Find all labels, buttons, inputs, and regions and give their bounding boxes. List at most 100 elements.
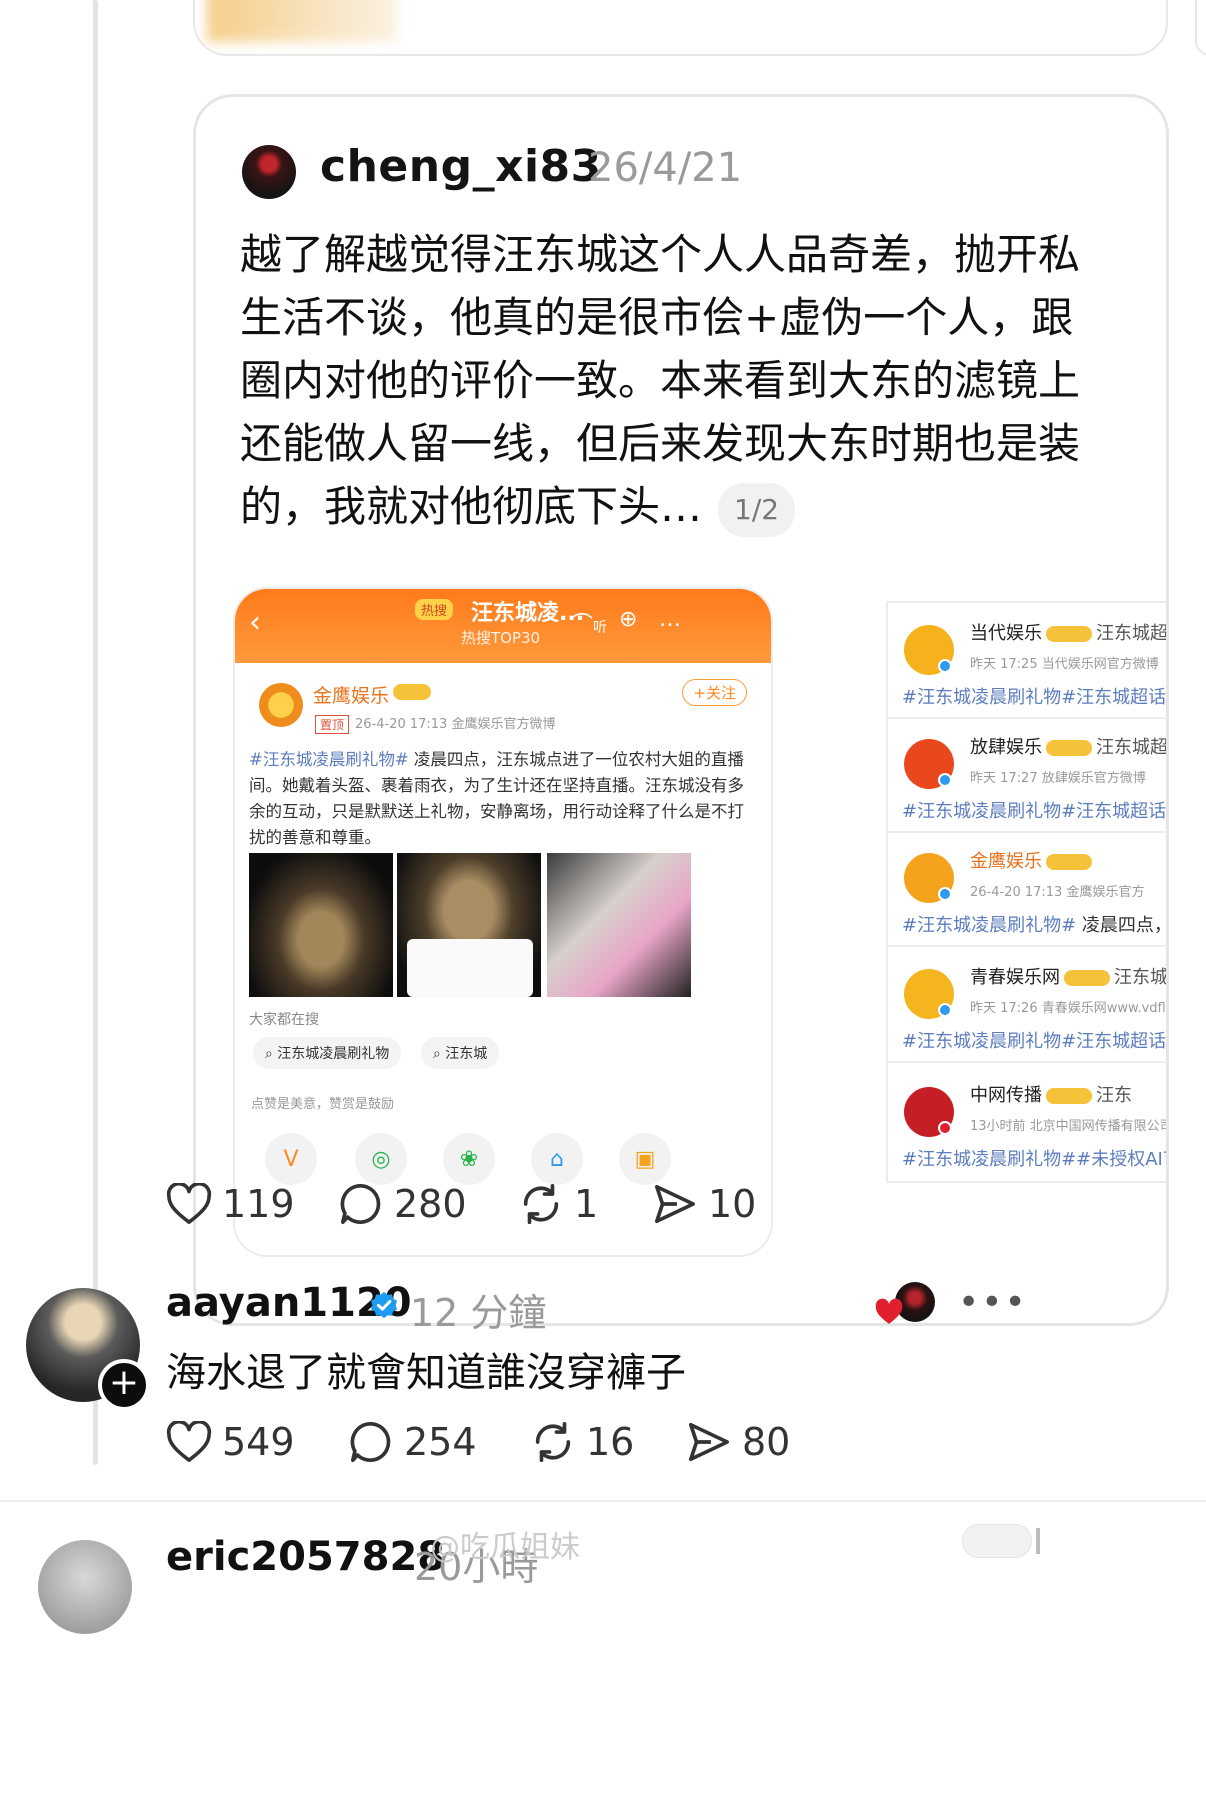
- vip-badge: [1046, 1088, 1092, 1104]
- reply-text: 海水退了就會知道誰沒穿褲子: [166, 1350, 686, 1396]
- verified-icon: [938, 773, 952, 787]
- more-options-icon[interactable]: •••: [958, 1282, 1028, 1323]
- author-liked-heart-icon: [875, 1298, 903, 1324]
- post-images: [249, 853, 761, 997]
- list-item: 青春娱乐网 汪东城 昨天 17:26 青春娱乐网www.vdfly.c #汪东城凌…: [888, 947, 1169, 1063]
- account-name: 中网传播 汪东: [970, 1085, 1132, 1106]
- comment-count: 280: [394, 1182, 467, 1226]
- post-meta: 昨天 17:25 当代娱乐网官方微博: [970, 657, 1159, 672]
- hot-badge: 热搜: [415, 599, 454, 620]
- attached-image-weibo-post[interactable]: ‹ 热搜 汪东城凌... 热搜TOP30 ⌒听 ⊕ … 金鹰娱乐 +关注 置顶 …: [233, 587, 773, 1257]
- verified-icon: [938, 659, 952, 673]
- headphone-icon: ⌒听: [571, 613, 608, 638]
- quoted-post-card[interactable]: cheng_xi83 26/4/21 越了解越觉得汪东城这个人人品奇差，抛开私生…: [193, 94, 1169, 1326]
- post-hashtag: #汪东城凌晨刷礼物#汪东城超话: [902, 687, 1167, 708]
- post-hashtag: #汪东城凌晨刷礼物##未授权AI艺人: [902, 1149, 1166, 1170]
- verified-icon: [938, 1003, 952, 1017]
- quoted-user-avatar[interactable]: [242, 145, 296, 199]
- poster-avatar: [259, 683, 303, 727]
- quoted-username[interactable]: cheng_xi83: [320, 141, 602, 192]
- blurred-content: [207, 0, 397, 42]
- hot-search-title: 汪东城凌...: [471, 601, 585, 626]
- scrollbar[interactable]: [1036, 1528, 1040, 1554]
- share-button[interactable]: 10: [652, 1181, 756, 1227]
- hashtag: #汪东城凌晨刷礼物#: [249, 750, 409, 769]
- quoted-post-actions: 119 280 1 10: [166, 1174, 756, 1234]
- divider: [0, 1500, 1206, 1502]
- repost-button[interactable]: 16: [530, 1419, 686, 1465]
- post-body: #汪东城凌晨刷礼物# 凌晨四点，汪东城点进了一位农村大姐的直播间。她戴着头盔、裹…: [249, 747, 757, 851]
- post-meta: 26-4-20 17:13 金鹰娱乐官方微博: [355, 717, 556, 732]
- quoted-text-body: 越了解越觉得汪东城这个人人品奇差，抛开私生活不谈，他真的是很市侩+虚伪一个人，跟…: [240, 230, 1081, 531]
- repost-icon: [523, 1183, 559, 1225]
- verified-badge-icon: [371, 1292, 397, 1319]
- adjacent-card-edge: [1195, 0, 1206, 56]
- comment-icon: [340, 1183, 381, 1225]
- account-name: 放肆娱乐 汪东城超: [970, 737, 1168, 758]
- follow-plus-icon[interactable]: +: [98, 1359, 150, 1411]
- next-reply-avatar[interactable]: [38, 1540, 132, 1634]
- list-item: 当代娱乐汪东城超话 昨天 17:25 当代娱乐网官方微博 #汪东城凌晨刷礼物#汪…: [888, 603, 1168, 719]
- share-icon: [688, 1422, 730, 1462]
- quoted-date: 26/4/21: [588, 145, 743, 191]
- account-name: 当代娱乐汪东城超话: [970, 623, 1168, 644]
- post-meta: 昨天 17:27 放肆娱乐官方微博: [970, 771, 1146, 786]
- share-count: 80: [742, 1420, 791, 1464]
- vip-badge: [1046, 740, 1092, 756]
- like-button[interactable]: 119: [166, 1182, 338, 1226]
- post-meta: 13小时前 北京中国网传播有限公司: [970, 1119, 1169, 1134]
- follow-button: +关注: [682, 679, 747, 706]
- account-name: 金鹰娱乐: [970, 847, 1096, 873]
- hot-search-rank: 热搜TOP30: [461, 629, 541, 647]
- post-meta: 昨天 17:26 青春娱乐网www.vdfly.c: [970, 1001, 1169, 1016]
- list-item: 金鹰娱乐 26-4-20 17:13 金鹰娱乐官方 #汪东城凌晨刷礼物# 凌晨四…: [888, 831, 1166, 947]
- verified-icon: [938, 887, 952, 901]
- share-icon: [654, 1184, 696, 1224]
- comment-button[interactable]: 280: [338, 1181, 518, 1227]
- heart-icon: [166, 1183, 212, 1224]
- list-item: 放肆娱乐 汪东城超 昨天 17:27 放肆娱乐官方微博 #汪东城凌晨刷礼物#汪东城…: [888, 717, 1168, 833]
- share-button[interactable]: 80: [686, 1419, 790, 1465]
- repost-button[interactable]: 1: [518, 1181, 652, 1227]
- vip-badge: [393, 684, 431, 700]
- more-icon: …: [659, 607, 681, 632]
- account-name: 青春娱乐网 汪东城: [970, 967, 1168, 988]
- watermark: @吃瓜姐妹: [430, 1530, 580, 1565]
- post-hashtag: #汪东城凌晨刷礼物#汪东城超话: [902, 1031, 1167, 1052]
- repost-count: 1: [574, 1182, 599, 1226]
- add-icon: ⊕: [619, 607, 638, 632]
- repost-count: 16: [586, 1420, 635, 1464]
- like-hint: 点赞是美意，赞赏是鼓励: [251, 1097, 395, 1112]
- portrait-image: [547, 853, 691, 997]
- comment-count: 254: [404, 1420, 477, 1464]
- share-count: 10: [708, 1182, 757, 1226]
- vip-badge: [1064, 970, 1110, 986]
- vip-badge: [1046, 854, 1092, 870]
- hot-search-header: ‹ 热搜 汪东城凌... 热搜TOP30 ⌒听 ⊕ …: [235, 589, 771, 663]
- post-hashtag: #汪东城凌晨刷礼物# 凌晨四点，汪: [902, 915, 1166, 936]
- reply-actions: 549 254 16 80: [166, 1412, 790, 1472]
- page-indicator: 1/2: [718, 482, 796, 537]
- embedded-post: 金鹰娱乐 +关注 置顶 26-4-20 17:13 金鹰娱乐官方微博 #汪东城凌…: [243, 663, 767, 1253]
- search-chip: ⌕ 汪东城: [421, 1037, 500, 1069]
- reply-time: 12 分鐘: [410, 1291, 547, 1335]
- vip-badge: [1046, 626, 1092, 642]
- verified-icon: [938, 1121, 952, 1135]
- next-reply-username[interactable]: eric2057828: [166, 1534, 445, 1580]
- back-icon: ‹: [249, 605, 261, 640]
- comment-button[interactable]: 254: [348, 1419, 530, 1465]
- previous-quote-card[interactable]: [193, 0, 1168, 56]
- attached-image-post-list[interactable]: 当代娱乐汪东城超话 昨天 17:25 当代娱乐网官方微博 #汪东城凌晨刷礼物#汪…: [886, 601, 1169, 1183]
- like-button[interactable]: 549: [166, 1420, 348, 1464]
- poster-name: 金鹰娱乐: [313, 685, 390, 707]
- repost-icon: [535, 1421, 571, 1463]
- comment-icon: [350, 1421, 391, 1463]
- search-chip: ⌕ 汪东城凌晨刷礼物: [253, 1037, 402, 1069]
- post-meta: 26-4-20 17:13 金鹰娱乐官方: [970, 885, 1145, 900]
- thread-line: [93, 0, 98, 1465]
- search-heading: 大家都在搜: [249, 1012, 319, 1028]
- scroll-pill[interactable]: [962, 1524, 1032, 1558]
- like-count: 549: [222, 1420, 295, 1464]
- heart-icon: [166, 1421, 212, 1462]
- pinned-badge: 置顶: [315, 715, 350, 734]
